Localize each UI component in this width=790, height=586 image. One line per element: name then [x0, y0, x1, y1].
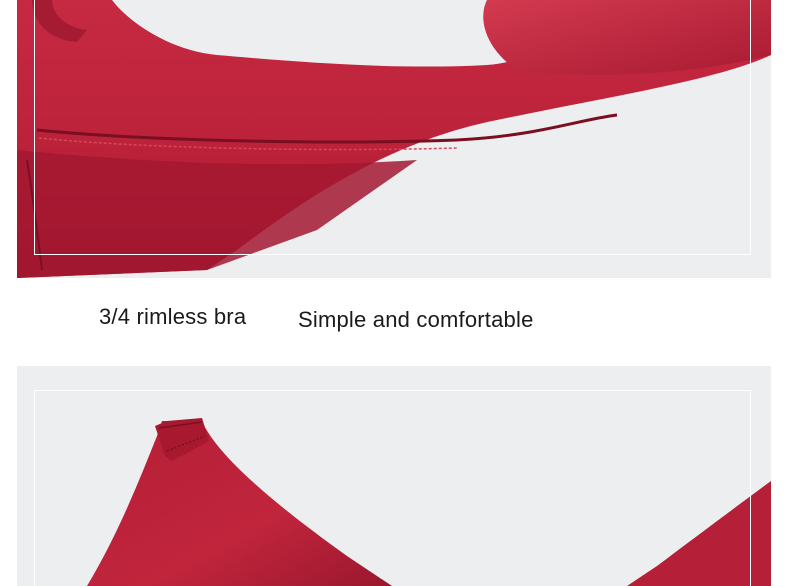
bra-strap-image	[17, 366, 771, 586]
product-photo-top	[17, 0, 771, 278]
bra-closeup-image	[17, 0, 771, 278]
product-photo-bottom	[17, 366, 771, 586]
caption-rimless: 3/4 rimless bra	[99, 304, 247, 329]
caption-comfortable: Simple and comfortable	[298, 307, 534, 332]
